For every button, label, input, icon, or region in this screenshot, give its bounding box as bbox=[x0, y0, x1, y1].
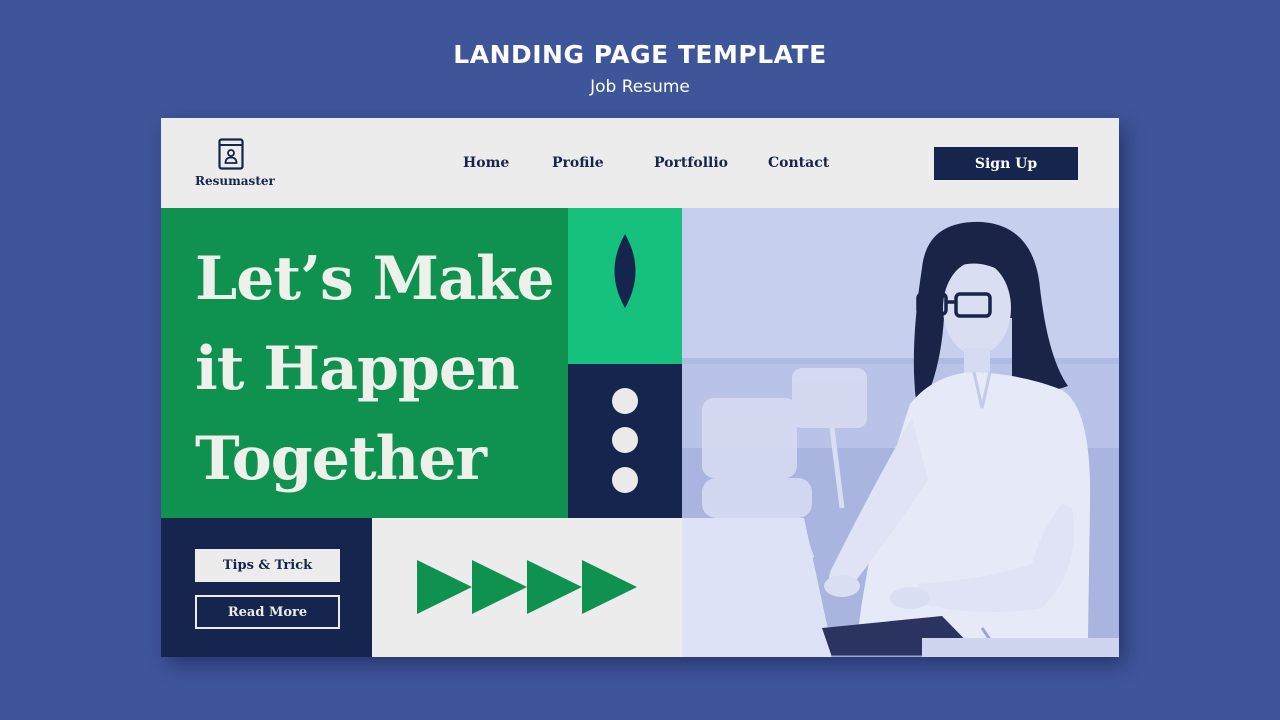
nav-link-profile[interactable]: Profile bbox=[552, 155, 604, 171]
hero-photo-woman-laptop bbox=[682, 208, 1119, 657]
decor-tile-dots bbox=[568, 364, 682, 518]
decor-tile-leaf bbox=[568, 208, 682, 364]
page-title: LANDING PAGE TEMPLATE bbox=[453, 40, 827, 69]
tips-and-trick-button[interactable]: Tips & Trick bbox=[195, 549, 340, 582]
decor-dot bbox=[612, 427, 638, 453]
decor-arrows-block bbox=[372, 518, 682, 657]
headline-line-3: Together bbox=[195, 424, 487, 494]
nav-link-home[interactable]: Home bbox=[463, 155, 509, 171]
logo[interactable]: Resumaster bbox=[195, 138, 275, 188]
nav-link-portfolio[interactable]: Portfollio bbox=[654, 155, 728, 171]
hero-headline: Let’s Make it Happen Together bbox=[195, 234, 555, 504]
nav-link-contact[interactable]: Contact bbox=[768, 155, 829, 171]
navbar: Resumaster Home Profile Portfollio Conta… bbox=[161, 118, 1119, 208]
landing-card: Resumaster Home Profile Portfollio Conta… bbox=[161, 118, 1119, 657]
decor-dot bbox=[612, 467, 638, 493]
decor-dot bbox=[612, 388, 638, 414]
headline-line-1: Let’s Make bbox=[195, 244, 555, 314]
logo-text: Resumaster bbox=[195, 174, 275, 188]
read-more-button[interactable]: Read More bbox=[195, 595, 340, 629]
leaf-shape bbox=[614, 234, 636, 308]
play-arrows-icon bbox=[417, 560, 637, 614]
sign-up-button[interactable]: Sign Up bbox=[934, 147, 1078, 180]
resume-icon bbox=[218, 138, 244, 170]
photo-illustration bbox=[682, 208, 1119, 657]
page-heading: LANDING PAGE TEMPLATE Job Resume bbox=[0, 40, 1280, 97]
headline-line-2: it Happen bbox=[195, 334, 520, 404]
cta-block: Tips & Trick Read More bbox=[161, 518, 372, 657]
hero-headline-block: Let’s Make it Happen Together bbox=[161, 208, 568, 518]
page-subtitle: Job Resume bbox=[590, 77, 690, 97]
